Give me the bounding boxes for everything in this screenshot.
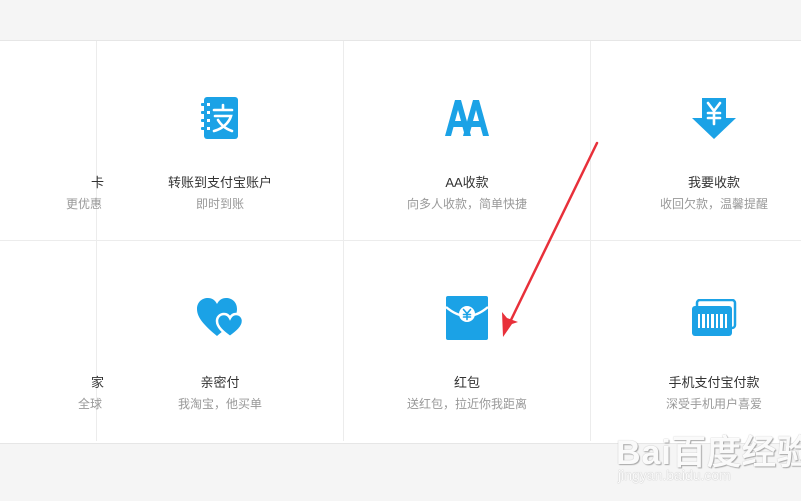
tile-title: 亲密付: [200, 375, 240, 390]
tile-title: 手机支付宝付款: [668, 375, 760, 390]
tile-intimate-pay[interactable]: 亲密付 我淘宝，他买单: [97, 241, 344, 441]
tile-sub: 向多人收款，简单快捷: [406, 197, 527, 211]
tile-title: AA收款: [445, 175, 489, 190]
tile-sub: 送红包，拉近你我距离: [406, 397, 527, 411]
tile-transfer-to-alipay[interactable]: 转账到支付宝账户 即时到账: [97, 41, 344, 241]
tile-title: 红包: [453, 375, 480, 390]
tile-title: 转账到支付宝账户: [167, 175, 272, 190]
tile-sub: 我淘宝，他买单: [177, 397, 262, 411]
tile-sub: 即时到账: [195, 197, 244, 211]
tile-mobile-alipay-pay[interactable]: 手机支付宝付款 深受手机用户喜爱: [591, 241, 801, 441]
page: 卡 更优惠 转账到支付宝账户 即时到账 AA收款 向多人收款，简单快捷 我要收款…: [0, 0, 801, 501]
tile-card[interactable]: 卡 更优惠: [0, 41, 104, 241]
tile-global[interactable]: 家 全球: [0, 241, 104, 441]
aa-icon: [442, 93, 492, 143]
tile-red-envelope[interactable]: 红包 送红包，拉近你我距离: [344, 241, 591, 441]
barcode-card-icon: [689, 293, 739, 343]
tile-sub: 深受手机用户喜爱: [665, 397, 762, 411]
yuan-down-arrow-icon: [689, 93, 739, 143]
tile-request-payment[interactable]: 我要收款 收回欠款，温馨提醒: [591, 41, 801, 241]
watermark-url: jingyan.baidu.com: [618, 467, 731, 483]
hearts-icon: [195, 293, 245, 343]
tile-aa-collect[interactable]: AA收款 向多人收款，简单快捷: [344, 41, 591, 241]
alipay-transfer-icon: [195, 93, 245, 143]
tile-sub: 收回欠款，温馨提醒: [659, 197, 768, 211]
tile-title: 我要收款: [687, 175, 740, 190]
service-grid: 卡 更优惠 转账到支付宝账户 即时到账 AA收款 向多人收款，简单快捷 我要收款…: [0, 40, 801, 444]
red-envelope-icon: [442, 293, 492, 343]
